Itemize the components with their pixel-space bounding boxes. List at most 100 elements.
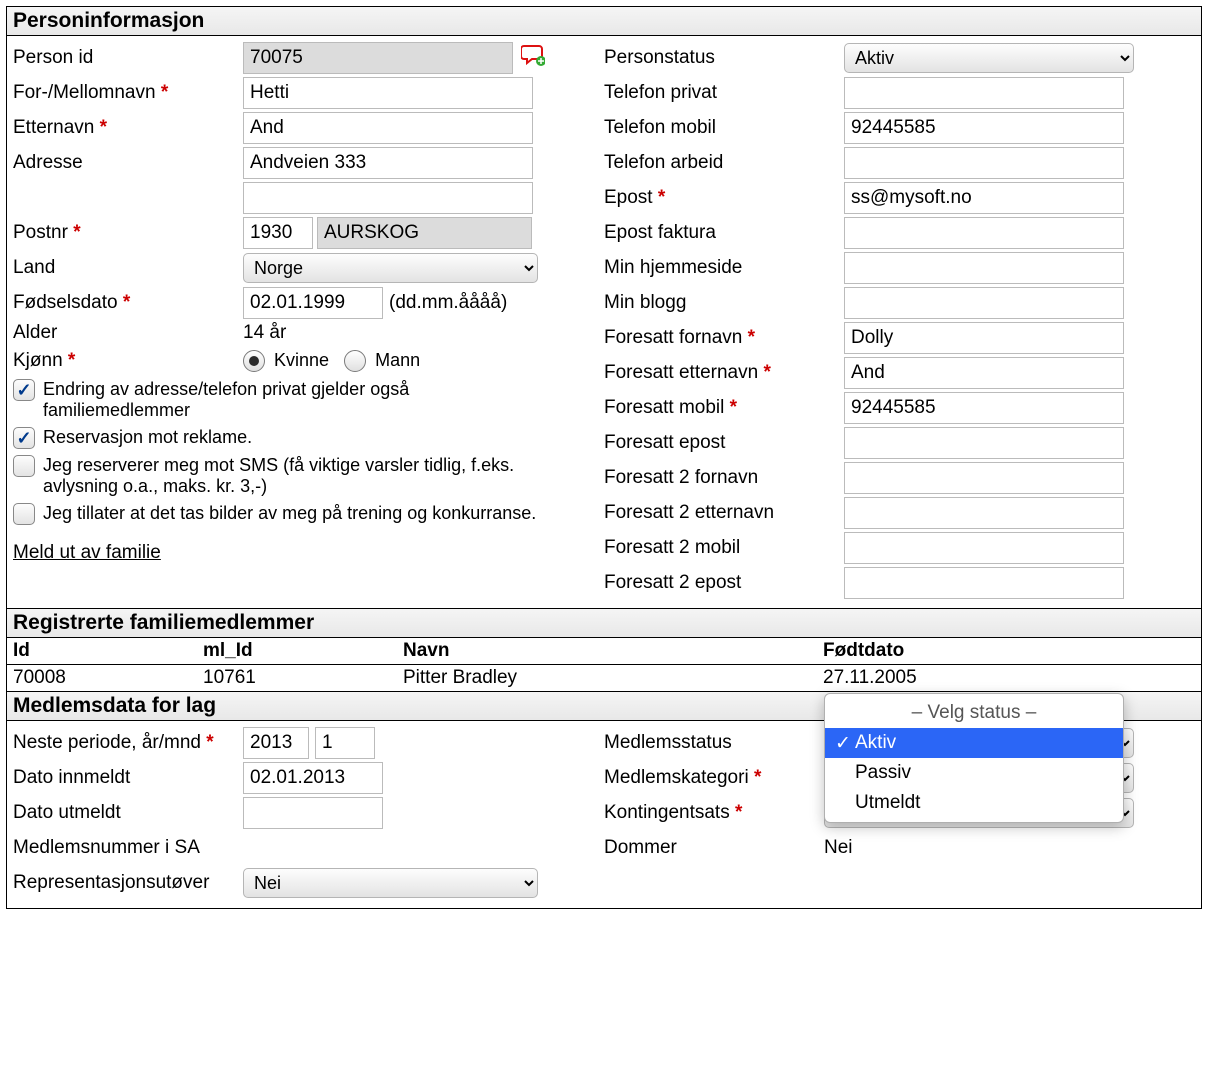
label-person-id: Person id <box>13 45 243 71</box>
section-family-header: Registrerte familiemedlemmer <box>7 609 1201 638</box>
label-age: Alder <box>13 320 243 346</box>
family-dob: 27.11.2005 <box>817 665 1201 692</box>
rep-select[interactable]: Nei <box>243 868 538 898</box>
postnr-field[interactable] <box>243 217 313 249</box>
section-member: Medlemsdata for lag Neste periode, år/mn… <box>6 692 1202 909</box>
dob-field[interactable] <box>243 287 383 319</box>
chk-reserve-sms[interactable] <box>13 455 35 477</box>
gender-male-radio[interactable] <box>344 350 366 372</box>
family-id: 70008 <box>7 665 197 692</box>
guardian2-mob-field[interactable] <box>844 532 1124 564</box>
family-mlid: 10761 <box>197 665 397 692</box>
homepage-field[interactable] <box>844 252 1124 284</box>
member-left-col: Neste periode, år/mnd * Dato innmeldt Da… <box>13 725 604 900</box>
guardian2-first-field[interactable] <box>844 462 1124 494</box>
label-first-middle: For-/Mellomnavn * <box>13 80 243 106</box>
dob-hint: (dd.mm.åååå) <box>383 292 507 314</box>
label-lastname: Etternavn * <box>13 115 243 141</box>
label-mem-status: Medlemsstatus <box>604 730 824 756</box>
chk-photo-label: Jeg tillater at det tas bilder av meg på… <box>43 503 536 524</box>
label-person-status: Personstatus <box>604 45 844 71</box>
label-email-invoice: Epost faktura <box>604 220 844 246</box>
label-dob: Fødselsdato * <box>13 290 243 316</box>
guardian1-first-field[interactable] <box>844 322 1124 354</box>
label-guardian1-email: Foresatt epost <box>604 430 844 456</box>
tel-mob-field[interactable] <box>844 112 1124 144</box>
guardian2-last-field[interactable] <box>844 497 1124 529</box>
family-col-id: Id <box>7 638 197 665</box>
label-guardian1-mob: Foresatt mobil * <box>604 395 844 421</box>
person-status-select[interactable]: Aktiv <box>844 43 1134 73</box>
unenroll-family-link[interactable]: Meld ut av familie <box>13 542 161 563</box>
section-person: Personinformasjon Person id For-/Mellomn <box>6 6 1202 609</box>
chk-reserve-sms-label: Jeg reserverer meg mot SMS (få viktige v… <box>43 455 583 497</box>
dd-option-utmeldt[interactable]: Utmeldt <box>825 788 1123 818</box>
section-family: Registrerte familiemedlemmer Id ml_Id Na… <box>6 609 1202 692</box>
dommer-value: Nei <box>824 835 853 861</box>
label-tel-priv: Telefon privat <box>604 80 844 106</box>
gender-male-label: Mann <box>375 350 420 370</box>
label-postnr: Postnr * <box>13 220 243 246</box>
mem-status-dropdown-open[interactable]: – Velg status – Aktiv Passiv Utmeldt <box>824 693 1124 823</box>
tel-work-field[interactable] <box>844 147 1124 179</box>
label-date-in: Dato innmeldt <box>13 765 243 791</box>
age-value: 14 år <box>243 320 286 346</box>
chk-reserve-ads[interactable] <box>13 427 35 449</box>
label-guardian1-last: Foresatt etternavn * <box>604 360 844 386</box>
country-select[interactable]: Norge <box>243 253 538 283</box>
table-row: 70008 10761 Pitter Bradley 27.11.2005 <box>7 665 1201 692</box>
label-address: Adresse <box>13 150 243 176</box>
next-period-month-field[interactable] <box>315 727 375 759</box>
person-right-col: Personstatus Aktiv Telefon privat Telefo… <box>604 40 1195 600</box>
label-kont: Kontingentsats * <box>604 800 824 826</box>
label-gender: Kjønn * <box>13 348 243 374</box>
chk-reserve-ads-label: Reservasjon mot reklame. <box>43 427 252 448</box>
tel-priv-field[interactable] <box>844 77 1124 109</box>
dd-option-aktiv[interactable]: Aktiv <box>825 728 1123 758</box>
label-email: Epost * <box>604 185 844 211</box>
family-name: Pitter Bradley <box>397 665 817 692</box>
member-right-col: Medlemsstatus Aktiv – Velg status – Akti… <box>604 725 1195 900</box>
family-col-name: Navn <box>397 638 817 665</box>
dd-placeholder[interactable]: – Velg status – <box>825 698 1123 728</box>
guardian1-mob-field[interactable] <box>844 392 1124 424</box>
address1-field[interactable] <box>243 147 533 179</box>
label-mem-cat: Medlemskategori * <box>604 765 824 791</box>
person-left-col: Person id For-/Mellomnavn * Etternavn * <box>13 40 604 600</box>
label-member-no: Medlemsnummer i SA <box>13 835 243 861</box>
label-guardian2-email: Foresatt 2 epost <box>604 570 844 596</box>
label-next-period: Neste periode, år/mnd * <box>13 730 243 756</box>
label-guardian2-mob: Foresatt 2 mobil <box>604 535 844 561</box>
first-middle-field[interactable] <box>243 77 533 109</box>
dd-option-passiv[interactable]: Passiv <box>825 758 1123 788</box>
email-invoice-field[interactable] <box>844 217 1124 249</box>
guardian2-email-field[interactable] <box>844 567 1124 599</box>
guardian1-email-field[interactable] <box>844 427 1124 459</box>
label-dommer: Dommer <box>604 835 824 861</box>
section-person-header: Personinformasjon <box>7 7 1201 36</box>
date-in-field[interactable] <box>243 762 383 794</box>
chk-family-address[interactable] <box>13 379 35 401</box>
chk-family-address-label: Endring av adresse/telefon privat gjelde… <box>43 379 543 421</box>
blog-field[interactable] <box>844 287 1124 319</box>
label-guardian2-first: Foresatt 2 fornavn <box>604 465 844 491</box>
next-period-year-field[interactable] <box>243 727 309 759</box>
lastname-field[interactable] <box>243 112 533 144</box>
guardian1-last-field[interactable] <box>844 357 1124 389</box>
gender-female-radio[interactable] <box>243 350 265 372</box>
city-field <box>317 217 532 249</box>
address2-field[interactable] <box>243 182 533 214</box>
label-tel-work: Telefon arbeid <box>604 150 844 176</box>
family-col-mlid: ml_Id <box>197 638 397 665</box>
family-col-dob: Fødtdato <box>817 638 1201 665</box>
comment-icon[interactable] <box>521 44 545 71</box>
gender-female-label: Kvinne <box>274 350 329 370</box>
label-country: Land <box>13 255 243 281</box>
chk-photo[interactable] <box>13 503 35 525</box>
family-table: Id ml_Id Navn Fødtdato 70008 10761 Pitte… <box>7 638 1201 691</box>
label-guardian1-first: Foresatt fornavn * <box>604 325 844 351</box>
label-tel-mob: Telefon mobil <box>604 115 844 141</box>
email-field[interactable] <box>844 182 1124 214</box>
label-date-out: Dato utmeldt <box>13 800 243 826</box>
date-out-field[interactable] <box>243 797 383 829</box>
